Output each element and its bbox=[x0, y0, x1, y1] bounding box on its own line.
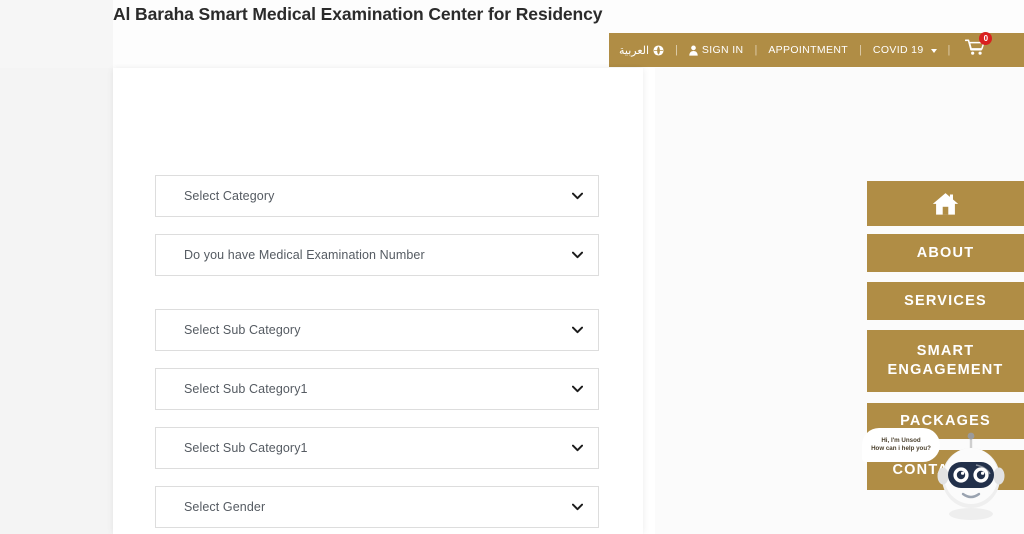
select-category[interactable]: Select Category bbox=[155, 175, 599, 217]
cart-count-badge: 0 bbox=[979, 32, 993, 45]
chevron-down-icon bbox=[570, 441, 584, 455]
nav-separator-4: | bbox=[947, 44, 951, 56]
page-title: Al Baraha Smart Medical Examination Cent… bbox=[113, 4, 603, 24]
nav-sign-in[interactable]: SIGN IN bbox=[687, 44, 746, 56]
sidebar-services[interactable]: SERVICES bbox=[867, 282, 1024, 320]
sidebar-smart-engagement[interactable]: SMART ENGAGEMENT bbox=[867, 330, 1024, 392]
home-icon bbox=[932, 192, 959, 216]
select-has-medical-exam-number-label: Do you have Medical Examination Number bbox=[184, 248, 425, 262]
select-sub-category-1-b-label: Select Sub Category1 bbox=[184, 441, 308, 455]
select-sub-category-1-label: Select Sub Category1 bbox=[184, 382, 308, 396]
chevron-down-icon bbox=[570, 248, 584, 262]
globe-icon bbox=[653, 44, 664, 56]
nav-language-switcher[interactable]: العربية bbox=[617, 44, 666, 57]
nav-cart-button[interactable]: 0 bbox=[965, 32, 993, 61]
chevron-down-icon bbox=[930, 48, 937, 53]
nav-covid-19[interactable]: COVID 19 bbox=[871, 44, 939, 56]
sidebar-about-label: ABOUT bbox=[916, 244, 975, 261]
chevron-down-icon bbox=[570, 323, 584, 337]
select-sub-category[interactable]: Select Sub Category bbox=[155, 309, 599, 351]
chevron-down-icon bbox=[570, 189, 584, 203]
chatbot-greeting-bubble[interactable]: Hi, I'm Unsod How can i help you? bbox=[862, 428, 940, 462]
select-category-label: Select Category bbox=[184, 189, 275, 203]
nav-covid-19-label: COVID 19 bbox=[872, 44, 924, 56]
nav-separator-3: | bbox=[859, 44, 862, 56]
nav-separator-2: | bbox=[754, 44, 758, 56]
header-strip-left-gutter bbox=[0, 0, 113, 68]
nav-appointment-label: APPOINTMENT bbox=[768, 44, 849, 56]
top-navigation-bar: العربية | SIGN IN | APPOINTMENT | COVID … bbox=[609, 32, 1024, 67]
sidebar-home[interactable] bbox=[867, 181, 1024, 226]
chevron-down-icon bbox=[570, 500, 584, 514]
select-gender[interactable]: Select Gender bbox=[155, 486, 599, 528]
nav-appointment[interactable]: APPOINTMENT bbox=[766, 44, 850, 56]
page-background-left-gutter bbox=[0, 0, 113, 534]
select-gender-label: Select Gender bbox=[184, 500, 266, 514]
robot-avatar-icon[interactable] bbox=[932, 426, 1010, 526]
nav-language-label: العربية bbox=[619, 44, 650, 57]
select-sub-category-1-b[interactable]: Select Sub Category1 bbox=[155, 427, 599, 469]
chevron-down-icon bbox=[570, 382, 584, 396]
nav-sign-in-label: SIGN IN bbox=[701, 44, 744, 56]
chatbot-greeting-line-2: How can i help you? bbox=[871, 445, 931, 452]
sidebar-services-label: SERVICES bbox=[904, 292, 987, 309]
sidebar-about[interactable]: ABOUT bbox=[867, 234, 1024, 272]
user-icon bbox=[689, 45, 698, 56]
chatbot-greeting-line-1: Hi, I'm Unsod bbox=[881, 436, 921, 444]
select-sub-category-1[interactable]: Select Sub Category1 bbox=[155, 368, 599, 410]
nav-separator-1: | bbox=[675, 44, 678, 56]
select-sub-category-label: Select Sub Category bbox=[184, 323, 301, 337]
sidebar-smart-engagement-label: SMART ENGAGEMENT bbox=[887, 343, 1004, 378]
select-has-medical-exam-number[interactable]: Do you have Medical Examination Number bbox=[155, 234, 599, 276]
